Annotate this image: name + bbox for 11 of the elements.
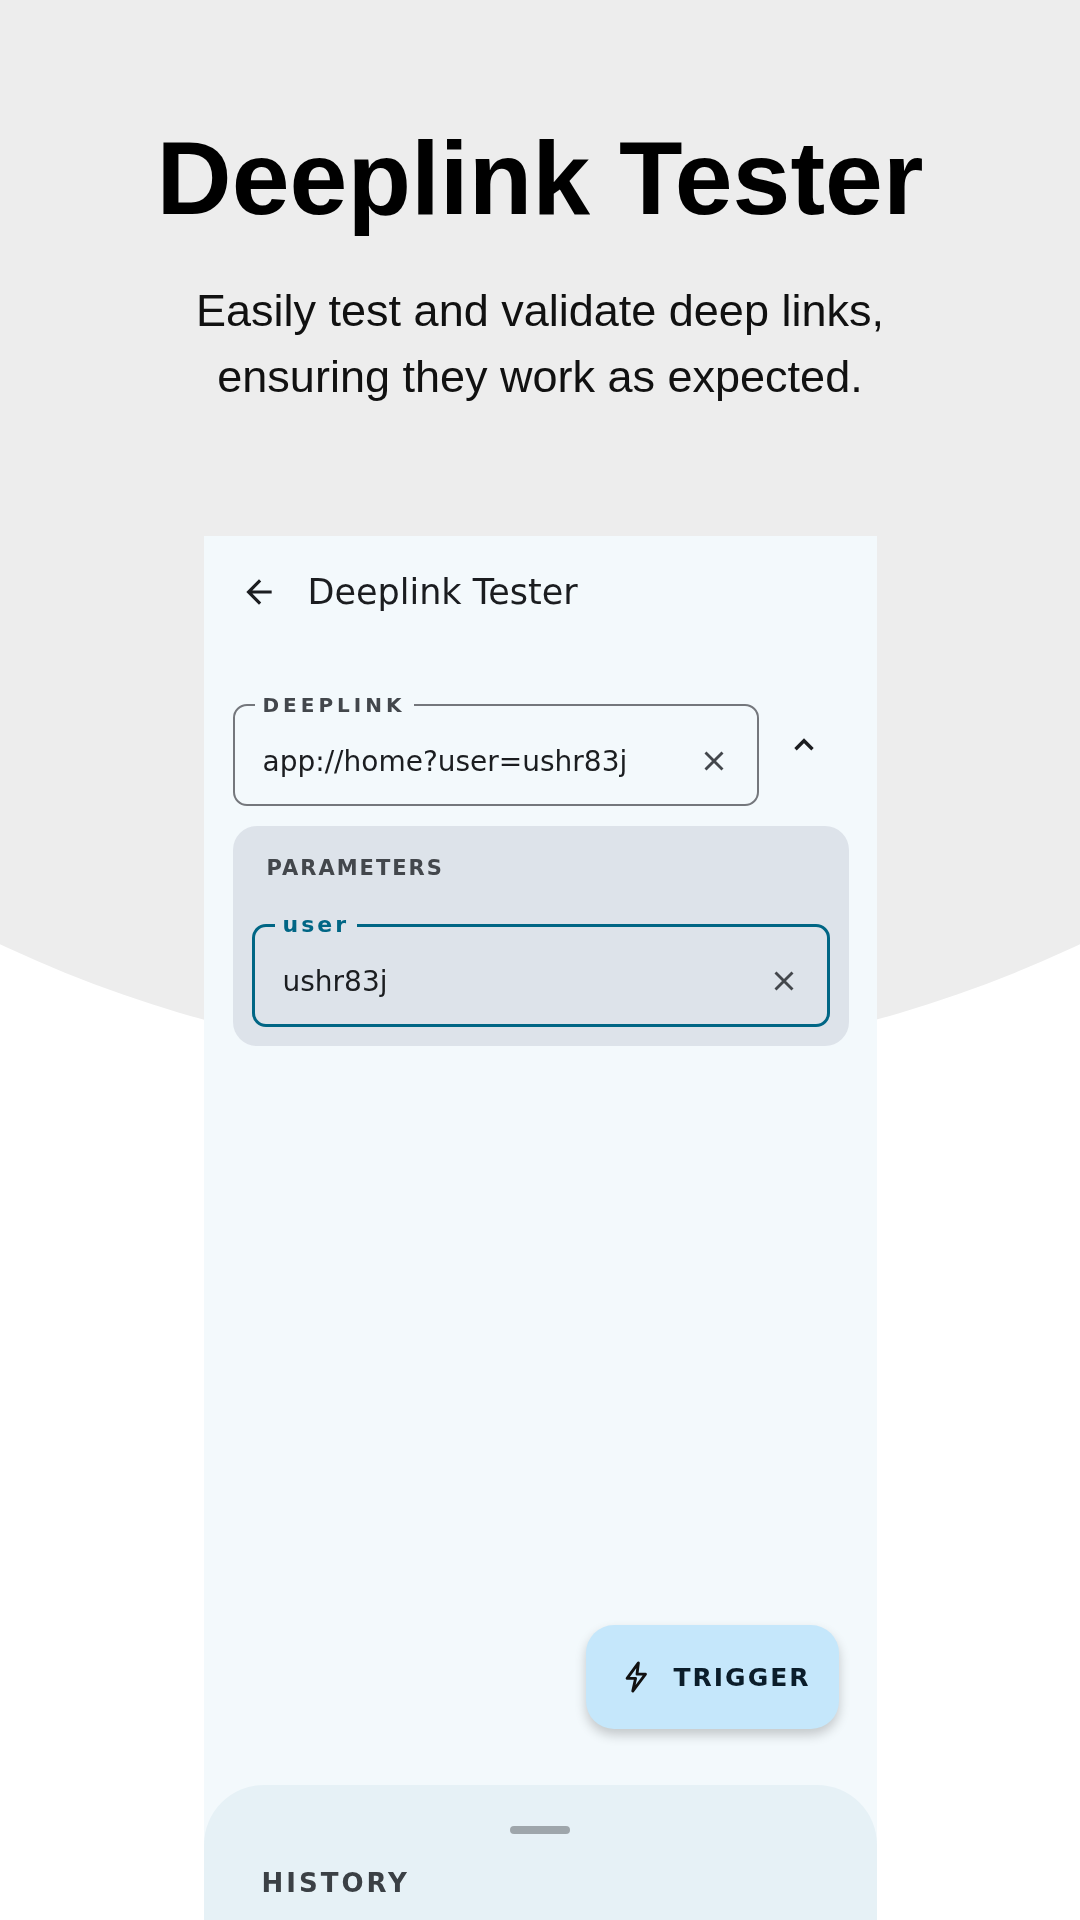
field-label: DEEPLINK (261, 692, 407, 718)
history-heading: HISTORY (261, 1868, 411, 1898)
trigger-button[interactable]: TRIGGER (585, 1625, 839, 1729)
app-title: Deeplink Tester (307, 572, 578, 612)
field-value: ushr83j (282, 964, 389, 998)
field-label: user (281, 912, 351, 938)
headline: Deeplink Tester (156, 119, 924, 238)
parameters-heading: PARAMETERS (266, 856, 445, 880)
field-value: app://home?user=ushr83j (262, 744, 629, 778)
subtitle: Easily test and validate deep links, ensuring they work as expected. (195, 284, 885, 404)
drag-handle[interactable] (510, 1826, 570, 1834)
